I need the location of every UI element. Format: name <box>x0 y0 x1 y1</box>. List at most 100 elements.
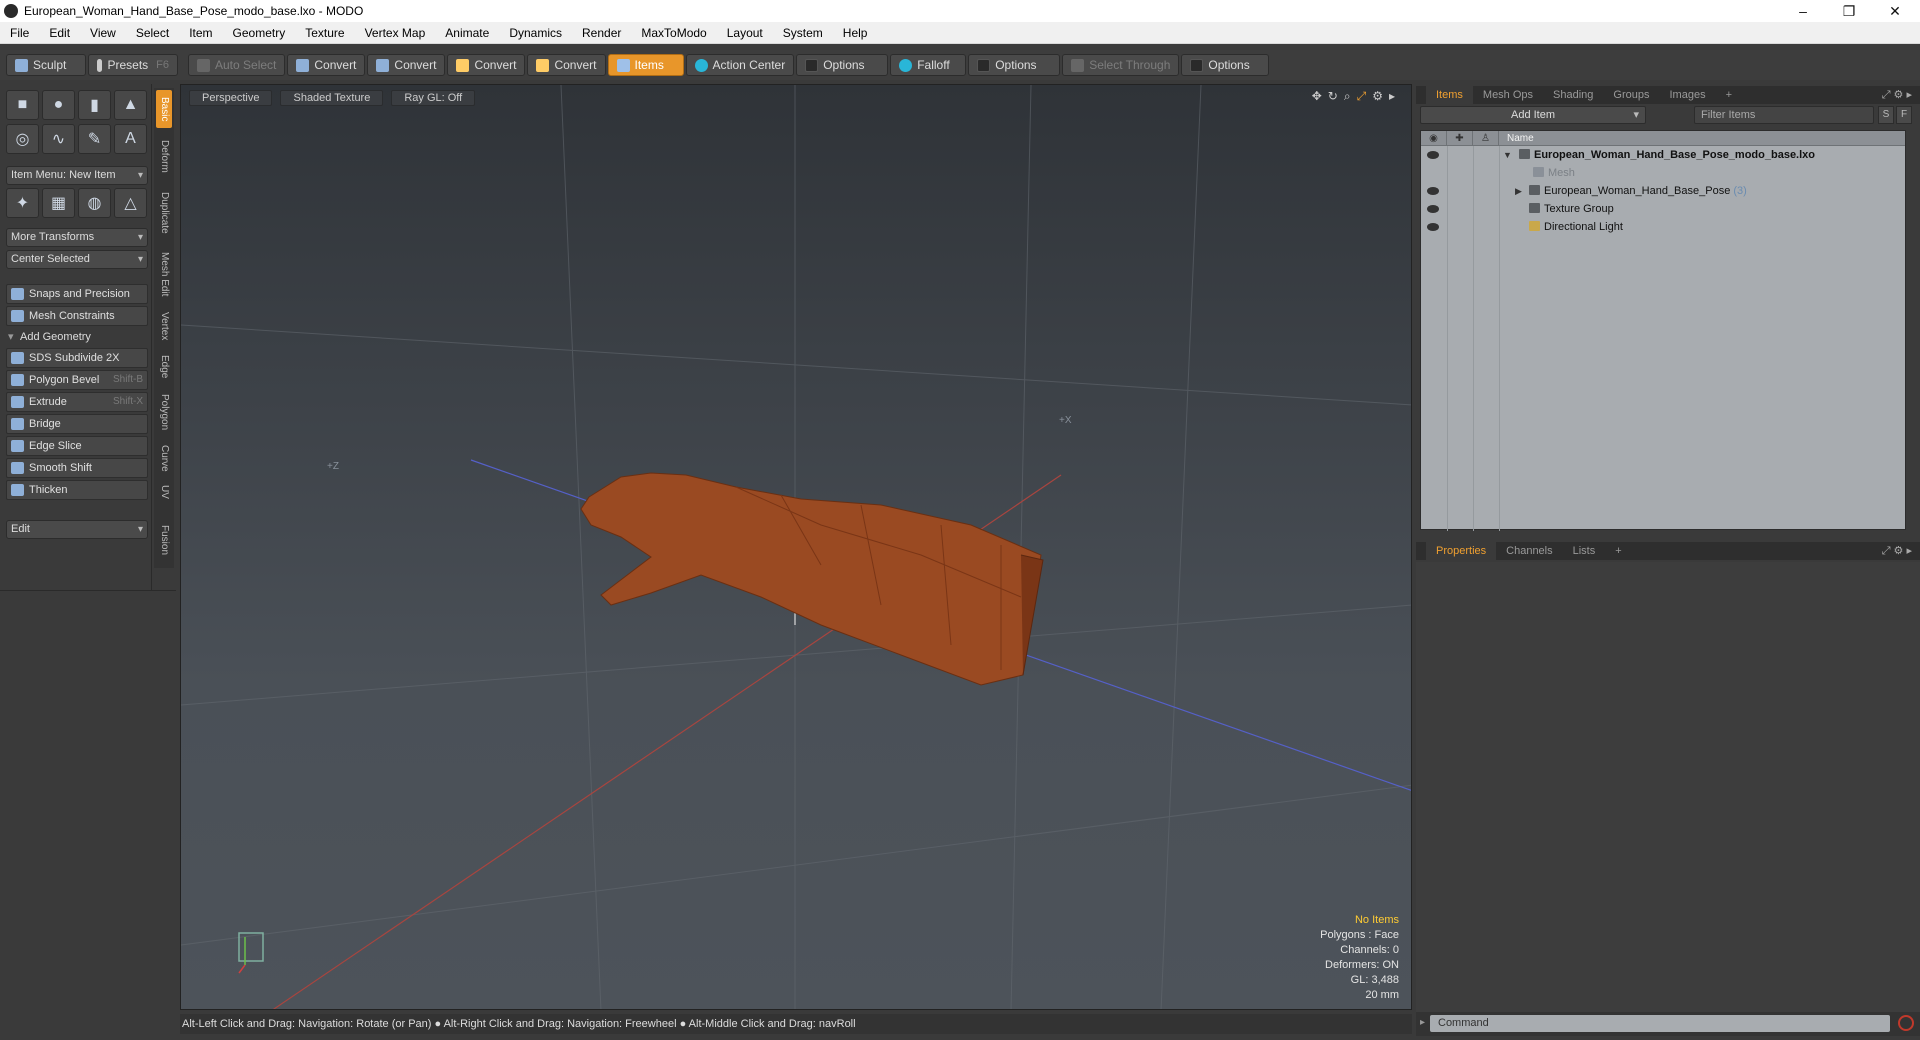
tab-groups[interactable]: Groups <box>1603 86 1659 104</box>
action-center-button[interactable]: Action Center <box>685 54 795 76</box>
tab-mesh-ops[interactable]: Mesh Ops <box>1473 86 1543 104</box>
zoom-icon[interactable]: ⌕ <box>1344 89 1351 104</box>
menu-help[interactable]: Help <box>833 26 878 40</box>
tree-row-texture-group[interactable]: Texture Group <box>1421 200 1905 218</box>
command-history-icon[interactable]: ▸ <box>1420 1017 1425 1028</box>
render-column-icon[interactable]: ♙ <box>1473 130 1499 146</box>
menu-render[interactable]: Render <box>572 26 631 40</box>
tool-smooth-shift[interactable]: Smooth Shift <box>6 458 148 478</box>
menu-maxtomodo[interactable]: MaxToModo <box>631 26 716 40</box>
hand-arm-mesh[interactable] <box>580 472 1044 686</box>
vtab-curve[interactable]: Curve <box>156 440 172 476</box>
menu-file[interactable]: File <box>0 26 39 40</box>
sphere-icon[interactable]: ● <box>42 90 75 120</box>
menu-dynamics[interactable]: Dynamics <box>499 26 572 40</box>
command-input[interactable]: Command <box>1430 1015 1890 1032</box>
text-tool-icon[interactable]: A <box>114 124 147 154</box>
panel-options-icons[interactable]: ⤢ ⚙ ▸ <box>1882 88 1912 102</box>
item-menu-dropdown[interactable]: Item Menu: New Item <box>6 166 148 185</box>
action-center-options-button[interactable]: Options <box>796 54 889 76</box>
mesh-constraints-button[interactable]: Mesh Constraints <box>6 306 148 326</box>
fit-icon[interactable]: ⤢ <box>1357 89 1367 104</box>
name-column-header[interactable]: Name <box>1499 133 1534 144</box>
visibility-eye-icon[interactable] <box>1427 187 1439 195</box>
pan-icon[interactable]: ✥ <box>1312 89 1322 104</box>
menu-view[interactable]: View <box>80 26 126 40</box>
select-through-button[interactable]: Select Through <box>1062 54 1180 76</box>
expand-arrow-icon[interactable]: ▼ <box>1503 150 1512 160</box>
falloff-button[interactable]: Falloff <box>890 54 967 76</box>
menu-animate[interactable]: Animate <box>435 26 499 40</box>
transform-icon[interactable]: ✦ <box>6 188 39 218</box>
cone-icon[interactable]: ▲ <box>114 90 147 120</box>
menu-texture[interactable]: Texture <box>295 26 354 40</box>
menu-edit[interactable]: Edit <box>39 26 80 40</box>
tab-images[interactable]: Images <box>1660 86 1716 104</box>
capsule-icon[interactable]: ∿ <box>42 124 75 154</box>
items-mode-button[interactable]: Items <box>607 54 684 76</box>
vtab-deform[interactable]: Deform <box>156 132 172 180</box>
pen-icon[interactable]: ✎ <box>78 124 111 154</box>
menu-geometry[interactable]: Geometry <box>223 26 296 40</box>
tab-items[interactable]: Items <box>1426 86 1473 104</box>
torus-icon[interactable]: ◎ <box>6 124 39 154</box>
presets-button[interactable]: Presets F6 <box>88 54 178 76</box>
vtab-duplicate[interactable]: Duplicate <box>156 184 172 242</box>
tool-sds-subdivide[interactable]: SDS Subdivide 2X <box>6 348 148 368</box>
menu-item[interactable]: Item <box>179 26 222 40</box>
vtab-mesh-edit[interactable]: Mesh Edit <box>156 246 172 302</box>
grid-icon[interactable]: ▦ <box>42 188 75 218</box>
menu-system[interactable]: System <box>773 26 833 40</box>
menu-layout[interactable]: Layout <box>717 26 773 40</box>
cylinder-icon[interactable]: ▮ <box>78 90 111 120</box>
viewport-expand-icon[interactable]: ▸ <box>1389 89 1395 104</box>
vtab-basic[interactable]: Basic <box>156 90 172 128</box>
tree-row-scene[interactable]: ▼ European_Woman_Hand_Base_Pose_modo_bas… <box>1421 146 1905 164</box>
convert-edges-button[interactable]: Convert <box>367 54 446 76</box>
select-through-options-button[interactable]: Options <box>1181 54 1270 76</box>
3d-viewport[interactable]: +Z +X Perspective Shaded Texture Ray GL:… <box>180 84 1412 1010</box>
vtab-uv[interactable]: UV <box>156 480 172 504</box>
filter-s-button[interactable]: S <box>1878 106 1894 124</box>
convert-materials-button[interactable]: Convert <box>527 54 606 76</box>
pyramid-icon[interactable]: △ <box>114 188 147 218</box>
center-selected-dropdown[interactable]: Center Selected <box>6 250 148 269</box>
tool-polygon-bevel[interactable]: Polygon Bevel Shift-B <box>6 370 148 390</box>
snaps-precision-button[interactable]: Snaps and Precision <box>6 284 148 304</box>
menu-select[interactable]: Select <box>126 26 179 40</box>
cube-icon[interactable]: ■ <box>6 90 39 120</box>
sculpt-button[interactable]: Sculpt <box>6 54 86 76</box>
convert-polygons-button[interactable]: Convert <box>447 54 526 76</box>
viewport-gear-icon[interactable]: ⚙ <box>1372 89 1383 104</box>
falloff-options-button[interactable]: Options <box>968 54 1061 76</box>
vtab-polygon[interactable]: Polygon <box>156 388 172 436</box>
tree-row-mesh[interactable]: Mesh <box>1421 164 1905 182</box>
tool-extrude[interactable]: Extrude Shift-X <box>6 392 148 412</box>
tab-lists[interactable]: Lists <box>1563 542 1606 560</box>
expand-arrow-icon[interactable]: ▶ <box>1515 186 1522 197</box>
visibility-eye-icon[interactable] <box>1427 151 1439 159</box>
vtab-edge[interactable]: Edge <box>156 350 172 384</box>
minimize-button[interactable]: – <box>1780 0 1826 22</box>
add-props-tab-button[interactable]: + <box>1605 542 1631 560</box>
filter-f-button[interactable]: F <box>1896 106 1912 124</box>
rotate-icon[interactable]: ↻ <box>1328 89 1338 104</box>
filter-items-input[interactable]: Filter Items <box>1694 106 1874 124</box>
tool-edge-slice[interactable]: Edge Slice <box>6 436 148 456</box>
tab-channels[interactable]: Channels <box>1496 542 1562 560</box>
lock-column-icon[interactable]: ✚ <box>1447 130 1473 146</box>
globe-icon[interactable]: ◍ <box>78 188 111 218</box>
props-options-icons[interactable]: ⤢ ⚙ ▸ <box>1882 544 1912 558</box>
shading-mode-button[interactable]: Shaded Texture <box>280 90 384 106</box>
tab-properties[interactable]: Properties <box>1426 542 1497 560</box>
edit-dropdown[interactable]: Edit <box>6 520 148 539</box>
tool-thicken[interactable]: Thicken <box>6 480 148 500</box>
raygl-button[interactable]: Ray GL: Off <box>391 90 476 106</box>
add-item-dropdown[interactable]: Add Item <box>1420 106 1646 124</box>
visibility-eye-icon[interactable] <box>1427 205 1439 213</box>
close-button[interactable]: ✕ <box>1872 0 1918 22</box>
vtab-vertex[interactable]: Vertex <box>156 306 172 346</box>
more-transforms-dropdown[interactable]: More Transforms <box>6 228 148 247</box>
add-tab-button[interactable]: + <box>1716 86 1742 104</box>
visibility-column-icon[interactable]: ◉ <box>1421 130 1447 146</box>
